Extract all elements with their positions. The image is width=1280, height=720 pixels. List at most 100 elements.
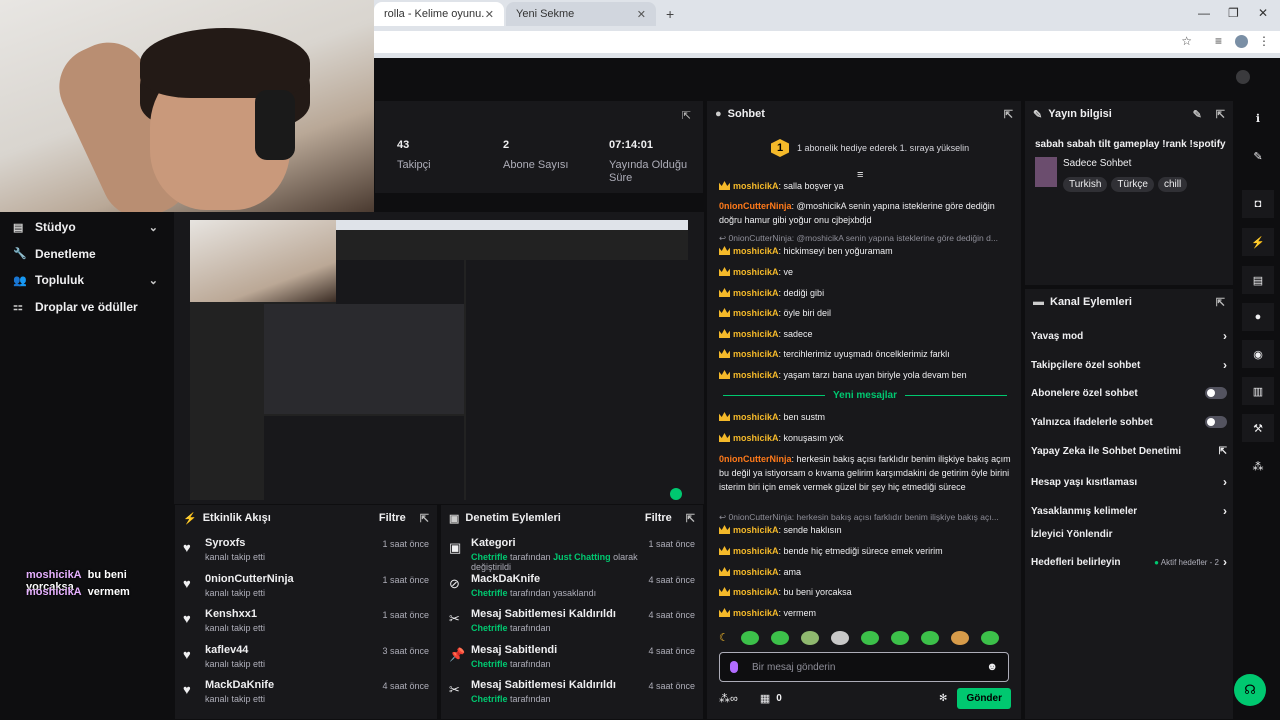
add-action-icon[interactable]: ⁂ <box>1242 452 1274 480</box>
layout-icon[interactable]: ▥ <box>1242 377 1274 405</box>
channel-action-item[interactable]: Abonelere özel sohbet <box>1031 387 1227 399</box>
chat-username[interactable]: moshicikA <box>733 567 779 577</box>
profile-avatar-icon[interactable] <box>1235 35 1248 48</box>
popout-icon[interactable]: ⇱ <box>686 512 695 525</box>
chat-message[interactable]: moshicikA: konuşasım yok <box>719 431 1015 445</box>
chat-message[interactable]: moshicikA: tercihlerimiz uyuşmadı öncelk… <box>719 347 1015 361</box>
user-avatar[interactable] <box>1236 70 1250 84</box>
mic-icon[interactable] <box>730 661 738 673</box>
chat-username[interactable]: moshicikA <box>733 412 779 422</box>
chat-username[interactable]: 0nionCutterNinja <box>719 201 792 211</box>
chat-message[interactable]: moshicikA: bu beni yorcaksa <box>719 585 1015 599</box>
clip-icon[interactable]: ◘ <box>1242 190 1274 218</box>
chat-username[interactable]: moshicikA <box>733 587 779 597</box>
chat-message[interactable]: moshicikA: hickimseyi ben yoğuramam <box>719 244 1015 258</box>
popout-icon[interactable]: ⇱ <box>420 512 429 525</box>
chat-message[interactable]: 0nionCutterNinja: @moshicikA senin yapın… <box>719 199 1015 227</box>
filter-button[interactable]: Filtre <box>379 512 406 524</box>
chat-message[interactable]: 0nionCutterNinja: herkesin bakış açısı f… <box>719 452 1015 494</box>
channel-action-item[interactable]: Yasaklanmış kelimeler › <box>1031 504 1227 518</box>
channel-action-item[interactable]: Hedefleri belirleyin ● Aktif hedefler - 2… <box>1031 555 1227 569</box>
emote-icon[interactable] <box>980 631 999 645</box>
chat-message[interactable]: moshicikA: bende hiç etmediği sürece eme… <box>719 544 1015 558</box>
chat-message[interactable]: moshicikA: ve <box>719 265 1015 279</box>
tag-pill[interactable]: Türkçe <box>1111 177 1154 192</box>
emote-icon[interactable] <box>950 631 969 645</box>
filter-button[interactable]: Filtre <box>645 512 672 524</box>
new-tab-button[interactable]: + <box>666 6 674 22</box>
chat-message[interactable]: moshicikA: yaşam tarzı bana uyan biriyle… <box>719 368 1015 382</box>
menu-kebab-icon[interactable]: ⋮ <box>1258 34 1270 48</box>
popout-icon[interactable]: ⇱ <box>682 109 691 122</box>
gift-icon[interactable]: ▦ <box>760 692 770 705</box>
emote-icon[interactable] <box>800 631 819 645</box>
chat-username[interactable]: moshicikA <box>733 525 779 535</box>
mod-action-item[interactable]: ✂ Mesaj Sabitlemesi Kaldırıldı Chetrifle t… <box>441 608 703 644</box>
channel-action-item[interactable]: İzleyici Yönlendir <box>1031 529 1227 540</box>
wrench-icon[interactable]: ⚒ <box>1242 414 1274 442</box>
broadcast-icon[interactable]: ◉ <box>1242 340 1274 368</box>
chat-username[interactable]: moshicikA <box>733 181 779 191</box>
address-bar[interactable]: ☆ ≡ ⋮ <box>370 31 1280 53</box>
nav-moderation[interactable]: 🔧 Denetleme <box>0 241 174 268</box>
close-icon[interactable]: ✕ <box>637 8 646 21</box>
mod-action-item[interactable]: 📌 Mesaj Sabitlendi Chetrifle tarafından 4 s… <box>441 644 703 680</box>
chat-message[interactable]: moshicikA: ben sustm <box>719 410 1015 424</box>
mod-action-item[interactable]: ▣ Kategori Chetrifle tarafından Just Chatt… <box>441 537 703 573</box>
help-icon[interactable]: ☊ <box>1234 674 1266 706</box>
gear-icon[interactable]: ✻ <box>939 693 947 704</box>
nav-drops[interactable]: ⚏ Droplar ve ödüller <box>0 294 174 321</box>
emote-icon[interactable] <box>740 631 759 645</box>
chat-username[interactable]: 0nionCutterNinja <box>719 454 792 464</box>
popout-icon[interactable]: ⇱ <box>1216 296 1225 309</box>
chat-username[interactable]: moshicikA <box>733 433 779 443</box>
chat-username[interactable]: moshicikA <box>733 288 779 298</box>
close-window-icon[interactable]: ✕ <box>1258 6 1268 20</box>
chat-username[interactable]: moshicikA <box>733 608 779 618</box>
channel-action-item[interactable]: Yapay Zeka ile Sohbet Denetimi ⇱ <box>1031 446 1227 457</box>
mod-action-item[interactable]: ✂ Mesaj Sabitlemesi Kaldırıldı Chetrifle t… <box>441 679 703 715</box>
tag-pill[interactable]: Turkish <box>1063 177 1108 192</box>
chat-message[interactable]: moshicikA: sadece <box>719 327 1015 341</box>
channel-action-item[interactable]: Yavaş mod › <box>1031 329 1227 343</box>
chat-username[interactable]: moshicikA <box>733 246 779 256</box>
chat-username[interactable]: moshicikA <box>733 546 779 556</box>
emote-icon[interactable] <box>860 631 879 645</box>
activity-item[interactable]: ♥ 0nionCutterNinja kanalı takip etti 1 saat… <box>175 573 437 609</box>
tag-pill[interactable]: chill <box>1157 177 1188 192</box>
emoji-icon[interactable]: ☻ <box>986 661 998 673</box>
star-icon[interactable]: ☆ <box>1181 34 1192 48</box>
minimize-icon[interactable]: — <box>1198 6 1210 20</box>
chat-message[interactable]: moshicikA: ama <box>719 565 1015 579</box>
info-icon[interactable]: ℹ <box>1242 104 1274 132</box>
channel-action-item[interactable]: Yalnızca ifadelerle sohbet <box>1031 416 1227 428</box>
chat-message[interactable]: moshicikA: vermem <box>719 606 1015 620</box>
edit-icon[interactable]: ✎ <box>1193 108 1202 121</box>
send-button[interactable]: Gönder <box>957 687 1011 709</box>
toggle-switch[interactable] <box>1205 416 1227 428</box>
chat-username[interactable]: moshicikA <box>733 308 779 318</box>
nav-studio[interactable]: ▤ Stüdyo ⌄ <box>0 214 174 241</box>
mod-action-item[interactable]: ⊘ MackDaKnife Chetrifle tarafından yasakla… <box>441 573 703 609</box>
edit-icon[interactable]: ✎ <box>1242 142 1274 170</box>
nav-community[interactable]: 👥 Topluluk ⌄ <box>0 267 174 294</box>
chat-input[interactable]: Bir mesaj gönderin ☻ <box>719 652 1009 682</box>
browser-tab[interactable]: Yeni Sekme ✕ <box>506 2 656 26</box>
points-icon[interactable]: ⁂∞ <box>719 692 738 705</box>
activity-item[interactable]: ♥ kaflev44 kanalı takip etti 3 saat önce <box>175 644 437 680</box>
playlist-icon[interactable]: ≡ <box>1215 34 1222 48</box>
document-icon[interactable]: ▤ <box>1242 266 1274 294</box>
emote-icon[interactable] <box>770 631 789 645</box>
toggle-switch[interactable] <box>1205 387 1227 399</box>
activity-item[interactable]: ♥ Kenshxx1 kanalı takip etti 1 saat önce <box>175 608 437 644</box>
chat-icon[interactable]: ● <box>1242 303 1274 331</box>
gift-leaderboard-banner[interactable]: 1 1 abonelik hediye ederek 1. sıraya yük… <box>771 139 969 157</box>
activity-item[interactable]: ♥ MackDaKnife kanalı takip etti 4 saat önce <box>175 679 437 715</box>
chat-message[interactable]: moshicikA: öyle biri deil <box>719 306 1015 320</box>
chat-username[interactable]: moshicikA <box>733 267 779 277</box>
activity-item[interactable]: ♥ Syroxfs kanalı takip etti 1 saat önce <box>175 537 437 573</box>
popout-icon[interactable]: ⇱ <box>1216 108 1225 121</box>
stream-preview[interactable] <box>174 212 704 504</box>
emote-icon[interactable] <box>830 631 849 645</box>
moon-icon[interactable]: ☾ <box>719 631 729 645</box>
